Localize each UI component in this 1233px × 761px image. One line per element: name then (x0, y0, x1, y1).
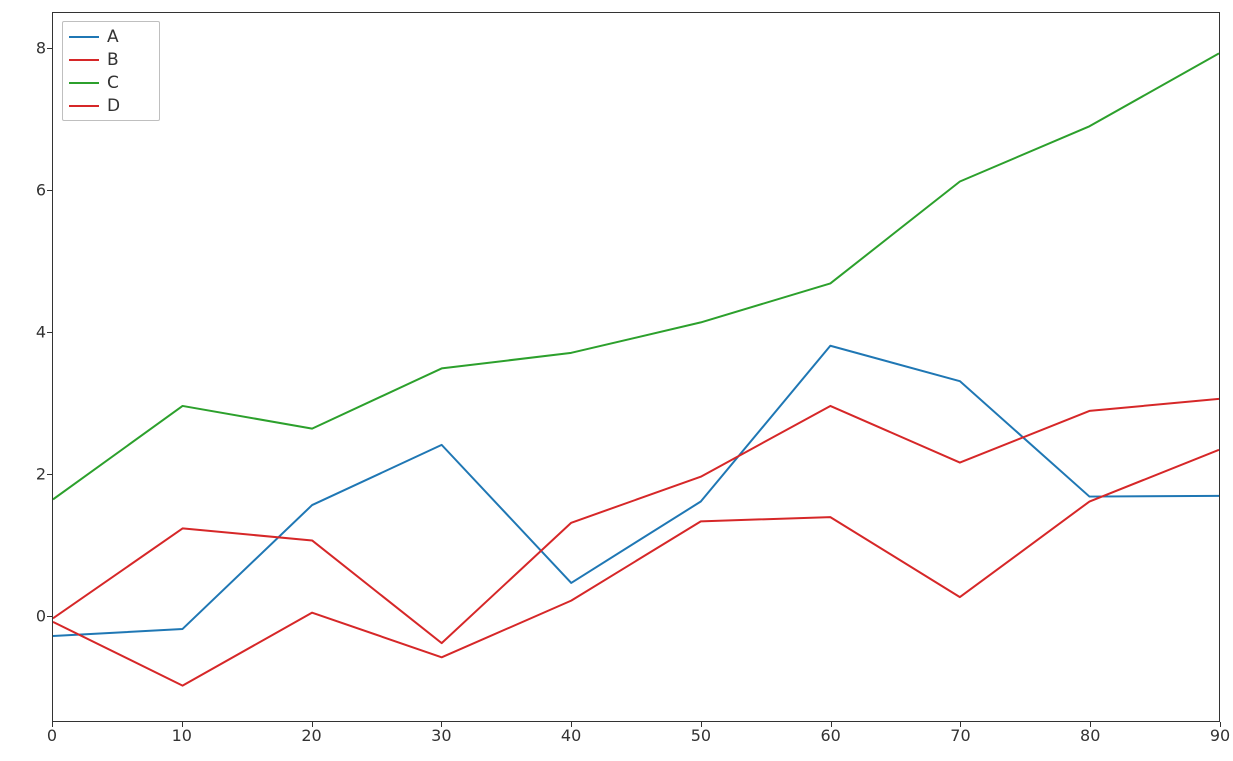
ytick-mark (47, 474, 52, 475)
ytick-mark (47, 48, 52, 49)
xtick-mark (1220, 722, 1221, 727)
legend-swatch-B (69, 59, 99, 61)
xtick-label: 40 (561, 726, 581, 745)
legend-label-C: C (107, 73, 119, 93)
line-chart: A B C D 0 10 20 30 40 50 60 70 80 90 0 2… (0, 0, 1233, 761)
xtick-label: 60 (820, 726, 840, 745)
series-line-C (53, 53, 1219, 499)
xtick-mark (52, 722, 53, 727)
xtick-mark (312, 722, 313, 727)
legend: A B C D (62, 21, 160, 121)
xtick-label: 0 (47, 726, 57, 745)
xtick-mark (571, 722, 572, 727)
xtick-mark (1090, 722, 1091, 727)
ytick-mark (47, 332, 52, 333)
xtick-label: 10 (172, 726, 192, 745)
series-line-D (53, 450, 1219, 686)
legend-item-C: C (65, 71, 157, 94)
xtick-mark (182, 722, 183, 727)
plot-area (52, 12, 1220, 722)
xtick-mark (701, 722, 702, 727)
xtick-label: 90 (1210, 726, 1230, 745)
ytick-label: 0 (30, 606, 46, 625)
ytick-label: 4 (30, 322, 46, 341)
ytick-label: 8 (30, 38, 46, 57)
legend-swatch-A (69, 36, 99, 38)
xtick-mark (441, 722, 442, 727)
legend-swatch-D (69, 105, 99, 107)
series-line-A (53, 346, 1219, 636)
legend-label-B: B (107, 50, 119, 70)
ytick-mark (47, 190, 52, 191)
legend-label-A: A (107, 27, 119, 47)
xtick-label: 50 (691, 726, 711, 745)
legend-label-D: D (107, 96, 120, 116)
legend-swatch-C (69, 82, 99, 84)
series-line-B (53, 399, 1219, 643)
xtick-label: 80 (1080, 726, 1100, 745)
xtick-label: 20 (301, 726, 321, 745)
ytick-label: 2 (30, 464, 46, 483)
ytick-mark (47, 616, 52, 617)
xtick-mark (960, 722, 961, 727)
chart-lines-svg (53, 13, 1219, 721)
legend-item-A: A (65, 25, 157, 48)
legend-item-D: D (65, 94, 157, 117)
xtick-mark (831, 722, 832, 727)
legend-item-B: B (65, 48, 157, 71)
xtick-label: 70 (950, 726, 970, 745)
ytick-label: 6 (30, 180, 46, 199)
xtick-label: 30 (431, 726, 451, 745)
